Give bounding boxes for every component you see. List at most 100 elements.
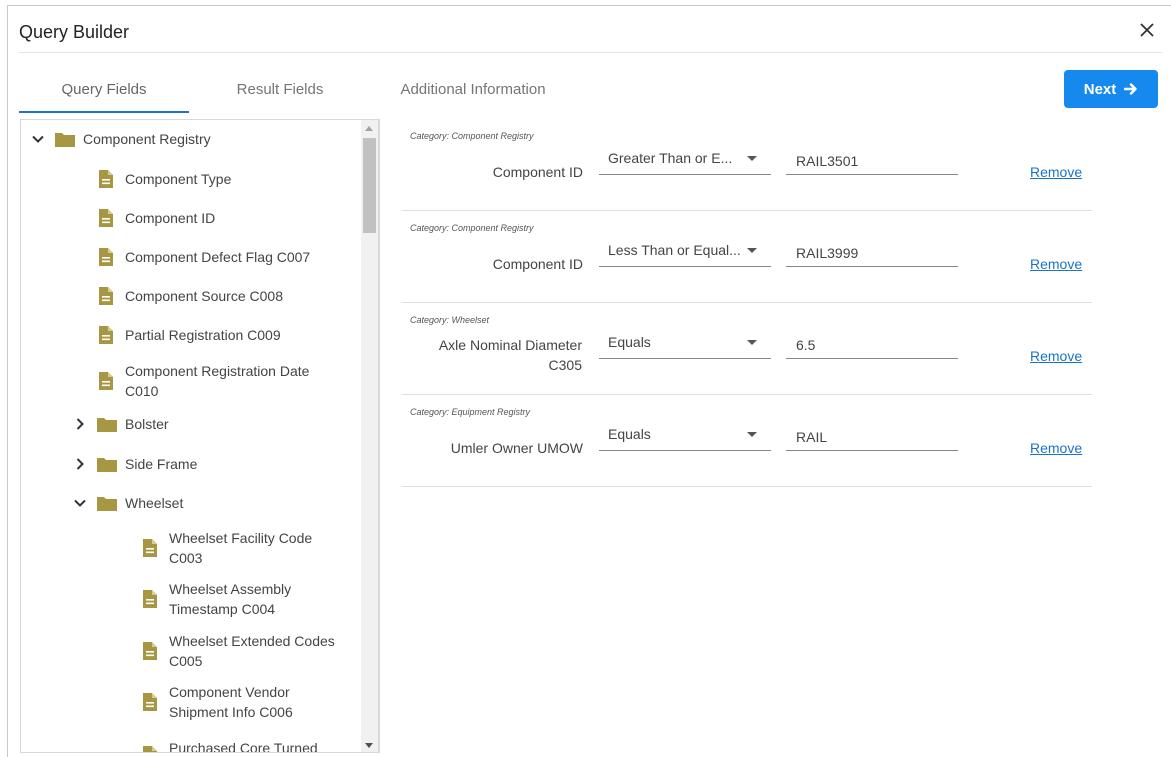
criteria-row: Category: Wheelset Axle Nominal Diameter… [402, 303, 1092, 395]
tree-item[interactable]: Component Source C008 [99, 286, 283, 306]
operator-dropdown[interactable]: Less Than or Equal... [599, 239, 771, 267]
folder-icon [55, 133, 75, 147]
tree-item[interactable]: Wheelset Facility Code C003 [143, 528, 333, 568]
folder-icon [97, 497, 117, 511]
tree-item[interactable]: Wheelset Assembly Timestamp C004 [143, 579, 313, 619]
tree-item-label: Component Source C008 [125, 288, 283, 304]
remove-link[interactable]: Remove [1030, 164, 1082, 180]
tree-item[interactable]: Partial Registration C009 [99, 325, 281, 345]
tree-item[interactable]: Wheelset Extended Codes C005 [143, 631, 353, 671]
tree-item[interactable]: Component Vendor Shipment Info C006 [143, 682, 313, 722]
tree-folder-bolster[interactable]: Bolster [73, 414, 169, 434]
operator-value: Less Than or Equal... [608, 242, 741, 258]
tree-item-label: Partial Registration C009 [125, 327, 281, 343]
tab-query-fields[interactable]: Query Fields [19, 68, 189, 113]
chevron-right-icon[interactable] [73, 417, 87, 431]
criteria-field-label: Axle Nominal Diameter C305 [438, 337, 582, 373]
query-criteria-panel: Category: Component Registry Component I… [379, 119, 1166, 753]
query-builder-dialog: Query Builder Query Fields Result Fields… [7, 5, 1171, 757]
arrow-right-icon [1124, 83, 1137, 95]
tree-item-label: Component Registry [83, 131, 211, 147]
close-icon [1140, 23, 1154, 37]
document-icon [99, 209, 113, 227]
operator-dropdown[interactable]: Greater Than or E... [599, 147, 771, 175]
close-button[interactable] [1138, 21, 1156, 39]
caret-down-icon [747, 432, 757, 437]
tree-folder-side-frame[interactable]: Side Frame [73, 454, 197, 474]
tree-item-label: Component Vendor Shipment Info C006 [169, 684, 293, 720]
criteria-row: Category: Component Registry Component I… [402, 211, 1092, 303]
tree-item[interactable]: Component ID [99, 208, 215, 228]
criteria-category: Category: Equipment Registry [410, 407, 531, 417]
tree-item-label: Wheelset Facility Code C003 [169, 530, 313, 566]
tree-item[interactable]: Component Type [99, 169, 231, 189]
criteria-value-input[interactable] [786, 147, 958, 175]
caret-down-icon [747, 340, 757, 345]
tree-item[interactable]: Purchased Core Turned [143, 732, 343, 753]
document-icon [143, 590, 157, 608]
operator-value: Equals [608, 426, 651, 442]
dialog-header: Query Builder [19, 6, 1162, 53]
criteria-row: Category: Component Registry Component I… [402, 119, 1092, 211]
document-icon [143, 642, 157, 660]
criteria-field-label: Component ID [492, 164, 583, 180]
tab-result-fields[interactable]: Result Fields [205, 68, 355, 113]
tree-item-label: Wheelset [125, 495, 184, 511]
document-icon [99, 170, 113, 188]
field-tree-panel: Component Registry Component Type Compon… [20, 119, 379, 753]
criteria-value-input[interactable] [786, 423, 958, 451]
caret-down-icon [747, 248, 757, 253]
operator-dropdown[interactable]: Equals [599, 331, 771, 359]
criteria-value-input[interactable] [786, 239, 958, 267]
tree-folder-wheelset[interactable]: Wheelset [73, 493, 183, 513]
scroll-up-icon[interactable] [365, 126, 373, 131]
tree-scrollbar[interactable] [361, 120, 378, 752]
document-icon [143, 693, 157, 711]
document-icon [99, 248, 113, 266]
tree-item-label: Component Defect Flag C007 [125, 249, 311, 265]
chevron-down-icon[interactable] [31, 132, 45, 146]
criteria-row: Category: Equipment Registry Umler Owner… [402, 395, 1092, 487]
caret-down-icon [747, 156, 757, 161]
document-icon [99, 287, 113, 305]
criteria-value-input[interactable] [786, 331, 958, 359]
document-icon [143, 539, 157, 557]
tree-item-label: Purchased Core Turned [169, 740, 318, 753]
criteria-category: Category: Component Registry [410, 223, 534, 233]
remove-link[interactable]: Remove [1030, 256, 1082, 272]
tree-item-label: Component Registration Date C010 [125, 363, 310, 399]
remove-link[interactable]: Remove [1030, 440, 1082, 456]
document-icon [99, 326, 113, 344]
document-icon [99, 372, 113, 390]
tree-item-label: Component ID [125, 210, 216, 226]
criteria-field-label: Umler Owner UMOW [450, 440, 583, 456]
tree-folder-component-registry[interactable]: Component Registry [31, 129, 211, 149]
scroll-down-icon[interactable] [365, 743, 373, 748]
tree-item-label: Side Frame [125, 456, 198, 472]
tree-item[interactable]: Component Defect Flag C007 [99, 247, 310, 267]
remove-link[interactable]: Remove [1030, 348, 1082, 364]
criteria-category: Category: Component Registry [410, 131, 534, 141]
operator-value: Greater Than or E... [608, 150, 733, 166]
next-button-label: Next [1083, 80, 1117, 98]
field-tree: Component Registry Component Type Compon… [21, 120, 361, 753]
chevron-down-icon[interactable] [73, 496, 87, 510]
dialog-title: Query Builder [19, 22, 130, 42]
scrollbar-thumb[interactable] [363, 138, 376, 233]
document-icon [143, 746, 157, 752]
criteria-category: Category: Wheelset [410, 315, 490, 325]
criteria-field-label: Component ID [492, 256, 583, 272]
next-button[interactable]: Next [1064, 70, 1158, 108]
tab-additional-information[interactable]: Additional Information [379, 68, 567, 113]
tree-item-label: Component Type [125, 171, 232, 187]
tree-item-label: Wheelset Assembly Timestamp C004 [169, 581, 292, 617]
chevron-right-icon[interactable] [73, 457, 87, 471]
tree-item[interactable]: Component Registration Date C010 [99, 361, 319, 401]
tree-item-label: Bolster [125, 416, 169, 432]
folder-icon [97, 458, 117, 472]
tab-bar: Query Fields Result Fields Additional In… [19, 68, 579, 113]
tree-item-label: Wheelset Extended Codes C005 [169, 633, 335, 669]
operator-dropdown[interactable]: Equals [599, 423, 771, 451]
folder-icon [97, 418, 117, 432]
operator-value: Equals [608, 334, 651, 350]
